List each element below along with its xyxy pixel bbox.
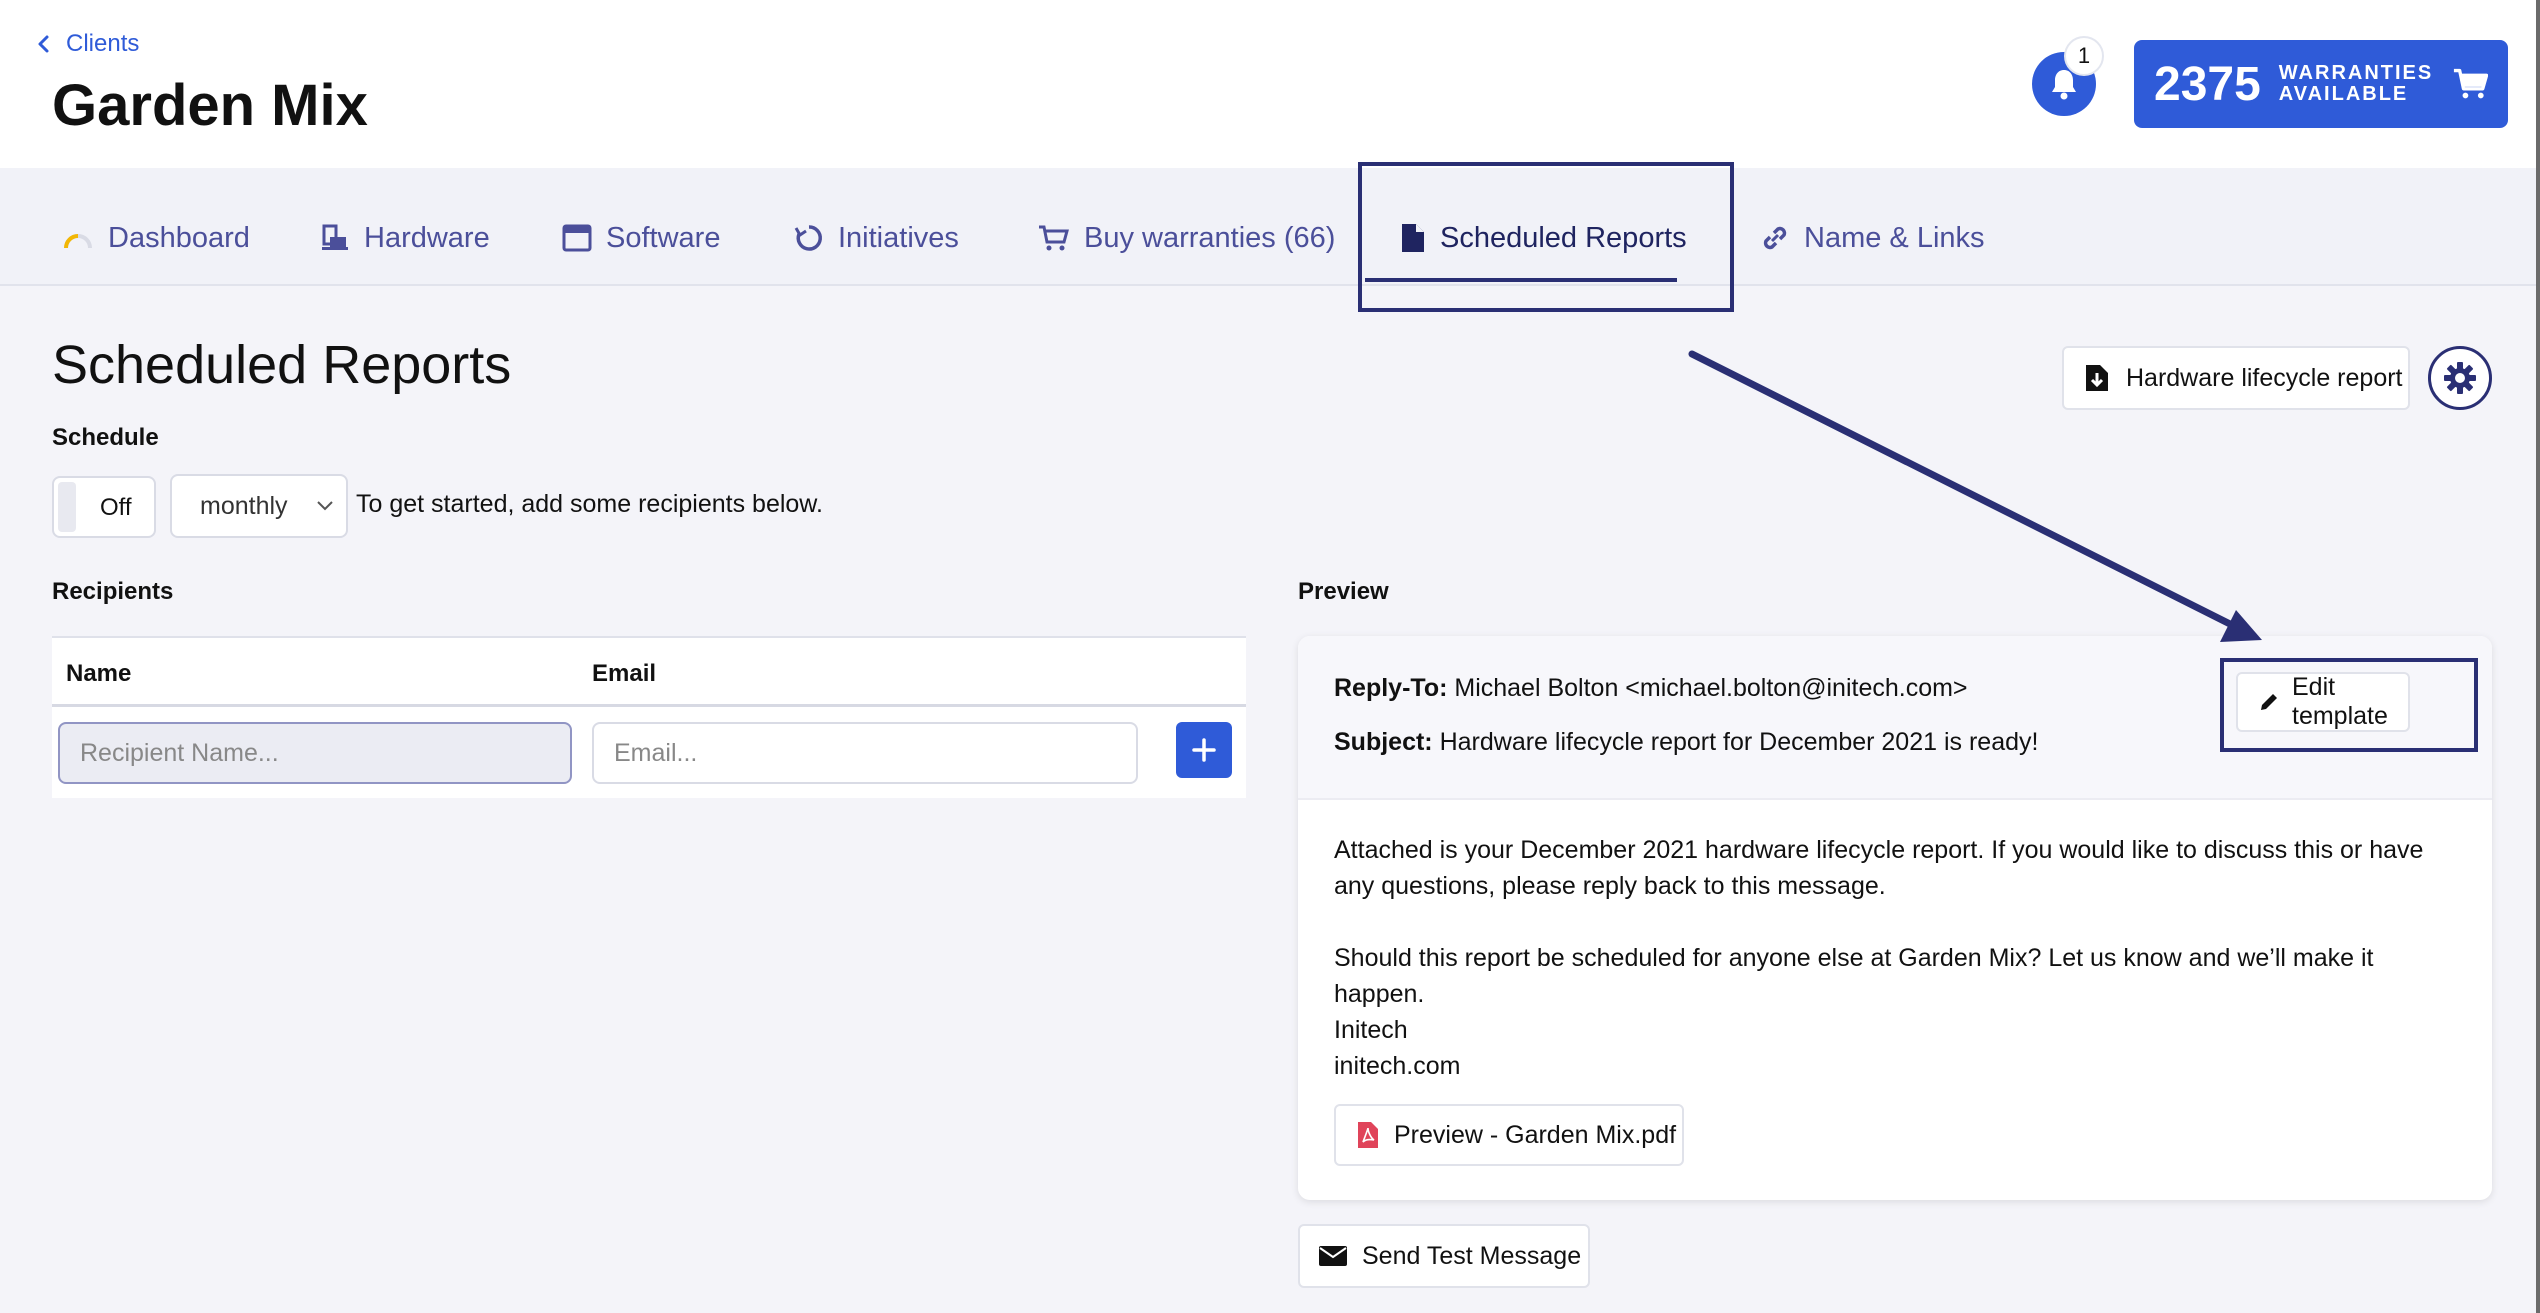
active-tab-underline bbox=[1365, 278, 1677, 282]
document-icon bbox=[1400, 222, 1426, 254]
tab-software[interactable]: Software bbox=[562, 216, 720, 260]
recipient-name-input[interactable]: Recipient Name... bbox=[58, 722, 572, 784]
client-title: Garden Mix bbox=[52, 73, 368, 138]
name-column-header: Name bbox=[66, 660, 132, 687]
signature-website: initech.com bbox=[1334, 1052, 1461, 1080]
schedule-hint: To get started, add some recipients belo… bbox=[356, 490, 823, 518]
subject-value: Hardware lifecycle report for December 2… bbox=[1439, 728, 2039, 756]
subject-line: Subject: Hardware lifecycle report for D… bbox=[1334, 728, 2038, 757]
preview-label: Preview bbox=[1298, 578, 1389, 605]
warranty-count: 2375 bbox=[2154, 57, 2261, 111]
envelope-icon bbox=[1318, 1245, 1348, 1267]
tab-bar: Dashboard Hardware Software Initiatives … bbox=[0, 168, 2536, 286]
link-icon bbox=[1760, 223, 1790, 253]
chevron-left-icon bbox=[38, 35, 49, 53]
edit-template-label: Edit template bbox=[2292, 673, 2388, 730]
schedule-toggle[interactable]: Off bbox=[52, 476, 156, 538]
frequency-value: monthly bbox=[200, 491, 288, 520]
settings-button[interactable] bbox=[2428, 346, 2492, 410]
cart-icon bbox=[1038, 224, 1070, 252]
app-header: Clients Garden Mix 1 2375 WARRANTIES AVA… bbox=[0, 0, 2536, 168]
tab-label: Hardware bbox=[364, 221, 490, 254]
tab-label: Scheduled Reports bbox=[1440, 221, 1687, 254]
recipients-table: Name Email Recipient Name... Email... bbox=[52, 636, 1246, 798]
window-edge bbox=[2536, 0, 2540, 1313]
plus-icon bbox=[1192, 738, 1216, 762]
pdf-file-icon bbox=[1356, 1120, 1380, 1150]
file-download-icon bbox=[2084, 363, 2110, 393]
gear-icon bbox=[2444, 362, 2476, 394]
tab-initiatives[interactable]: Initiatives bbox=[794, 216, 959, 260]
recipients-label: Recipients bbox=[52, 578, 174, 605]
send-test-label: Send Test Message bbox=[1362, 1241, 1582, 1270]
email-preview-card: Reply-To: Michael Bolton <michael.bolton… bbox=[1298, 636, 2492, 1200]
toggle-knob bbox=[58, 482, 76, 532]
send-test-message-button[interactable]: Send Test Message bbox=[1298, 1224, 1590, 1288]
warranty-label-line1: WARRANTIES bbox=[2278, 62, 2434, 84]
tab-name-and-links[interactable]: Name & Links bbox=[1760, 216, 1985, 260]
recipient-email-input[interactable]: Email... bbox=[592, 722, 1138, 784]
shopping-cart-icon bbox=[2453, 68, 2488, 99]
pdf-attachment-label: Preview - Garden Mix.pdf bbox=[1394, 1120, 1677, 1149]
warranty-label-line2: AVAILABLE bbox=[2278, 83, 2409, 105]
back-link-label: Clients bbox=[66, 30, 140, 57]
hardware-icon bbox=[320, 223, 350, 253]
subject-label: Subject: bbox=[1334, 728, 1433, 756]
add-recipient-button[interactable] bbox=[1176, 722, 1232, 778]
tab-label: Name & Links bbox=[1804, 221, 1985, 254]
toggle-state-label: Off bbox=[100, 494, 132, 521]
hardware-report-label: Hardware lifecycle report bbox=[2126, 363, 2403, 392]
reply-to-value: Michael Bolton <michael.bolton@initech.c… bbox=[1454, 674, 1968, 702]
window-icon bbox=[562, 224, 592, 252]
pdf-attachment-button[interactable]: Preview - Garden Mix.pdf bbox=[1334, 1104, 1684, 1166]
frequency-select[interactable]: monthly bbox=[170, 474, 348, 538]
warranties-available-button[interactable]: 2375 WARRANTIES AVAILABLE bbox=[2134, 40, 2508, 128]
tab-dashboard[interactable]: Dashboard bbox=[62, 216, 250, 260]
email-body-paragraph-2: Should this report be scheduled for anyo… bbox=[1334, 944, 2374, 1008]
gauge-icon bbox=[62, 224, 94, 252]
pencil-icon bbox=[2258, 691, 2280, 713]
warranty-label: WARRANTIES AVAILABLE bbox=[2279, 63, 2452, 105]
tab-label: Dashboard bbox=[108, 221, 250, 254]
reply-to-line: Reply-To: Michael Bolton <michael.bolton… bbox=[1334, 674, 1968, 703]
tab-label: Software bbox=[606, 221, 721, 254]
tab-hardware[interactable]: Hardware bbox=[320, 216, 490, 260]
schedule-label: Schedule bbox=[52, 424, 159, 451]
hardware-lifecycle-report-button[interactable]: Hardware lifecycle report bbox=[2062, 346, 2410, 410]
tab-label: Initiatives bbox=[838, 221, 959, 254]
tab-buy-warranties[interactable]: Buy warranties (66) bbox=[1038, 216, 1335, 260]
email-column-header: Email bbox=[592, 660, 657, 687]
table-header-divider bbox=[52, 704, 1246, 707]
back-to-clients-link[interactable]: Clients bbox=[32, 30, 139, 58]
tab-label: Buy warranties (66) bbox=[1084, 221, 1336, 254]
page-title: Scheduled Reports bbox=[52, 335, 512, 395]
reply-to-label: Reply-To: bbox=[1334, 674, 1448, 702]
edit-template-button[interactable]: Edit template bbox=[2236, 672, 2410, 732]
tab-scheduled-reports[interactable]: Scheduled Reports bbox=[1400, 216, 1687, 260]
notification-count-badge: 1 bbox=[2064, 36, 2104, 76]
chevron-down-icon bbox=[317, 501, 333, 511]
email-body-paragraph-1: Attached is your December 2021 hardware … bbox=[1334, 836, 2424, 900]
cycle-icon bbox=[794, 223, 824, 253]
signature-company: Initech bbox=[1334, 1016, 1408, 1044]
